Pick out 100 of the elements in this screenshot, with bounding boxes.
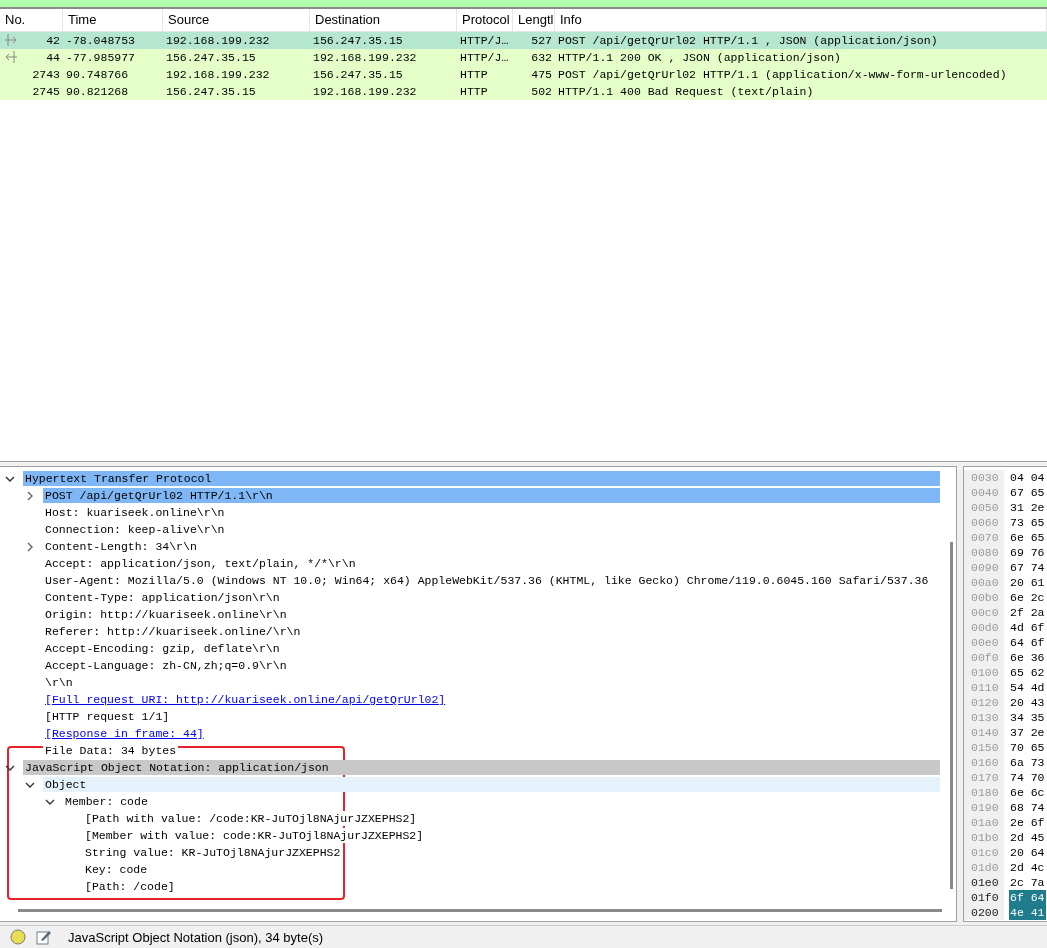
column-header[interactable]: No. <box>0 9 63 31</box>
length-cell-text: 502 <box>530 84 553 100</box>
offset-label: 01d0 <box>964 860 1004 875</box>
info-cell-text: POST /api/getQrUrl02 HTTP/1.1 , JSON (application/json) <box>557 33 939 49</box>
protocol-cell-text: HTTP/J… <box>459 33 510 49</box>
offset-label: 0180 <box>964 785 1004 800</box>
tree-item[interactable]: JavaScript Object Notation: application/json <box>23 760 940 775</box>
hex-bytes: 2d 45 <box>1009 830 1046 845</box>
hex-bytes: 6f 64 <box>1009 890 1046 905</box>
hex-bytes: 6a 73 <box>1009 755 1046 770</box>
time-cell-text: -78.048753 <box>65 33 136 49</box>
column-header[interactable]: Destination <box>310 9 457 31</box>
number-cell: 2743 <box>32 68 60 81</box>
tree-item[interactable]: File Data: 34 bytes <box>43 743 179 758</box>
length-cell-text: 632 <box>530 50 553 66</box>
hex-bytes: 4e 41 <box>1009 905 1046 920</box>
offset-label: 0170 <box>964 770 1004 785</box>
offset-label: 0200 <box>964 905 1004 920</box>
source-cell-text: 192.168.199.232 <box>165 33 271 49</box>
offset-label: 00e0 <box>964 635 1004 650</box>
info-cell-text: POST /api/getQrUrl02 HTTP/1.1 (application/x-www-form-urlencoded) <box>557 67 1008 83</box>
offset-label: 00d0 <box>964 620 1004 635</box>
hex-bytes: 20 61 <box>1009 575 1046 590</box>
offset-label: 00c0 <box>964 605 1004 620</box>
tree-link[interactable]: [Full request URI: http://kuariseek.online/api/getQrUrl02] <box>43 692 448 707</box>
number-cell: 42 <box>46 34 60 47</box>
tree-item[interactable]: Key: code <box>83 862 150 877</box>
offset-label: 0190 <box>964 800 1004 815</box>
info-cell-text: HTTP/1.1 200 OK , JSON (application/json) <box>557 50 842 66</box>
offset-label: 0110 <box>964 680 1004 695</box>
tree-link[interactable]: [Response in frame: 44] <box>43 726 206 741</box>
time-cell-text: 90.748766 <box>65 67 130 83</box>
status-circle-icon[interactable] <box>10 929 26 945</box>
tree-item[interactable]: Referer: http://kuariseek.online/\r\n <box>43 624 303 639</box>
hex-bytes: 2e 6f <box>1009 815 1046 830</box>
tree-item[interactable]: POST /api/getQrUrl02 HTTP/1.1\r\n <box>43 488 940 503</box>
status-text: JavaScript Object Notation (json), 34 byte(s) <box>68 929 324 945</box>
packet-row[interactable]: 2745 90.821268 156.247.35.15 192.168.199.232 HTTP 502 HTTP/1.1 400 Bad Request (text/plain) <box>0 83 1047 100</box>
offset-label: 0070 <box>964 530 1004 545</box>
hex-bytes: 2f 2a <box>1009 605 1046 620</box>
offset-label: 01f0 <box>964 890 1004 905</box>
hex-bytes: 20 64 <box>1009 845 1046 860</box>
column-header[interactable]: Protocol <box>457 9 513 31</box>
offset-label: 00b0 <box>964 590 1004 605</box>
source-cell-text: 192.168.199.232 <box>165 67 271 83</box>
vertical-scrollbar[interactable] <box>950 542 953 889</box>
packet-row[interactable]: 2743 90.748766 192.168.199.232 156.247.35.15 HTTP 475 POST /api/getQrUrl02 HTTP/1.1 (application/x-www-form-urlencoded) <box>0 66 1047 83</box>
hex-bytes: 73 65 <box>1009 515 1046 530</box>
tree-item[interactable]: Connection: keep-alive\r\n <box>43 522 227 537</box>
packet-row[interactable]: 44 -77.985977 156.247.35.15 192.168.199.232 HTTP/J… 632 HTTP/1.1 200 OK , JSON (application/json) <box>0 49 1047 66</box>
offset-label: 0150 <box>964 740 1004 755</box>
tree-item[interactable]: Content-Type: application/json\r\n <box>43 590 282 605</box>
length-cell-text: 475 <box>530 67 553 83</box>
tree-item[interactable]: User-Agent: Mozilla/5.0 (Windows NT 10.0; Win64; x64) AppleWebKit/537.36 (KHTML, like Gecko) Chrome/119.0.6045.160 Safari/537.36 <box>43 573 931 588</box>
hex-bytes: 54 4d <box>1009 680 1046 695</box>
column-header[interactable]: Info <box>555 9 1047 31</box>
tree-item[interactable]: Accept-Language: zh-CN,zh;q=0.9\r\n <box>43 658 289 673</box>
offset-label: 01c0 <box>964 845 1004 860</box>
hex-bytes: 31 2e <box>1009 500 1046 515</box>
tree-item[interactable]: Content-Length: 34\r\n <box>43 539 199 554</box>
number-cell: 44 <box>46 51 60 64</box>
hex-bytes: 37 2e <box>1009 725 1046 740</box>
horizontal-scrollbar[interactable] <box>18 909 942 912</box>
offset-label: 0080 <box>964 545 1004 560</box>
hex-bytes: 6e 65 <box>1009 530 1046 545</box>
offset-label: 0120 <box>964 695 1004 710</box>
edit-icon[interactable] <box>36 929 52 945</box>
offset-label: 0160 <box>964 755 1004 770</box>
column-header[interactable]: Source <box>163 9 310 31</box>
offset-label: 0030 <box>964 470 1004 485</box>
destination-cell-text: 192.168.199.232 <box>312 50 418 66</box>
hex-bytes: 70 65 <box>1009 740 1046 755</box>
hex-bytes: 74 70 <box>1009 770 1046 785</box>
tree-item[interactable]: Accept: application/json, text/plain, */*\r\n <box>43 556 358 571</box>
info-cell-text: HTTP/1.1 400 Bad Request (text/plain) <box>557 84 815 100</box>
packet-row[interactable]: 42 -78.048753 192.168.199.232 156.247.35.15 HTTP/J… 527 POST /api/getQrUrl02 HTTP/1.1 , JSON (application/json) <box>0 32 1047 49</box>
time-cell-text: 90.821268 <box>65 84 130 100</box>
destination-cell-text: 156.247.35.15 <box>312 67 404 83</box>
tree-item[interactable]: String value: KR-JuTOjl8NAjurJZXEPHS2 <box>83 845 343 860</box>
offset-label: 0090 <box>964 560 1004 575</box>
offset-label: 01b0 <box>964 830 1004 845</box>
column-header[interactable]: Lengtl <box>513 9 555 31</box>
hex-bytes: 2c 7a <box>1009 875 1046 890</box>
hex-bytes: 2d 4c <box>1009 860 1046 875</box>
hex-bytes: 6e 6c <box>1009 785 1046 800</box>
tree-item[interactable]: Accept-Encoding: gzip, deflate\r\n <box>43 641 282 656</box>
tree-item[interactable]: Object <box>43 777 940 792</box>
tree-item[interactable]: Hypertext Transfer Protocol <box>23 471 940 486</box>
hex-bytes: 34 35 <box>1009 710 1046 725</box>
protocol-cell-text: HTTP <box>459 67 489 83</box>
offset-label: 00a0 <box>964 575 1004 590</box>
destination-cell-text: 192.168.199.232 <box>312 84 418 100</box>
hex-bytes: 64 6f <box>1009 635 1046 650</box>
tree-item[interactable]: Origin: http://kuariseek.online\r\n <box>43 607 289 622</box>
column-header[interactable]: Time <box>63 9 163 31</box>
number-cell: 2745 <box>32 85 60 98</box>
protocol-cell-text: HTTP/J… <box>459 50 510 66</box>
hex-bytes: 65 62 <box>1009 665 1046 680</box>
length-cell-text: 527 <box>530 33 553 49</box>
source-cell-text: 156.247.35.15 <box>165 50 257 66</box>
